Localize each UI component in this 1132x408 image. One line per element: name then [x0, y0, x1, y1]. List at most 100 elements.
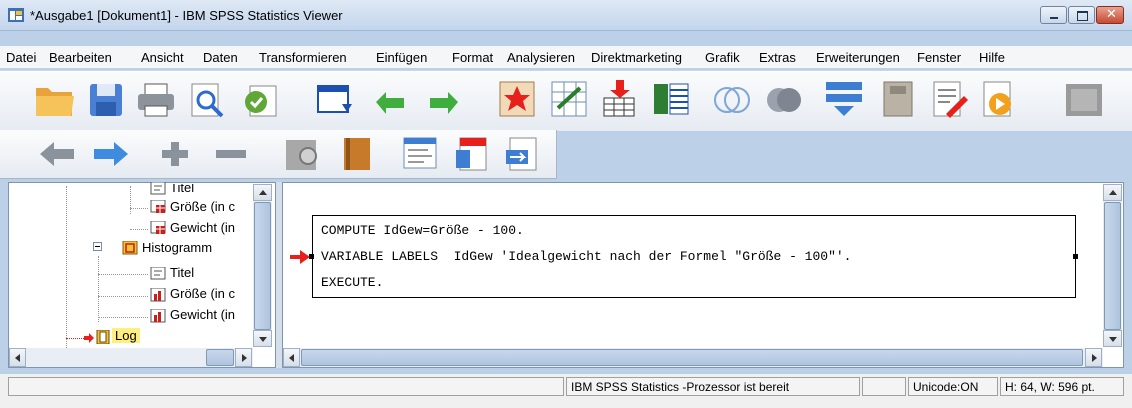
export-icon[interactable]	[242, 82, 282, 118]
outline-pane[interactable]	[8, 182, 276, 368]
chart-node-icon	[122, 241, 138, 255]
scroll-thumb[interactable]	[1104, 202, 1121, 330]
scroll-left-button[interactable]	[9, 348, 26, 367]
circles-icon[interactable]	[764, 82, 804, 118]
tree-item-label[interactable]: Histogramm	[142, 240, 212, 255]
scroll-left-icon	[15, 354, 20, 362]
histogram-node-icon	[150, 309, 166, 323]
select-cases-icon[interactable]	[928, 80, 968, 118]
collapse-icon[interactable]	[214, 148, 248, 160]
menu-direktmarketing[interactable]: Direktmarketing	[591, 50, 682, 65]
tree-item-label[interactable]: Gewicht (in	[170, 307, 235, 322]
log-line: COMPUTE IdGew=Größe - 100.	[321, 223, 524, 238]
scroll-right-button[interactable]	[1085, 348, 1102, 367]
scroll-right-icon	[242, 354, 247, 362]
scroll-thumb[interactable]	[206, 349, 234, 366]
goto-variable-icon[interactable]	[600, 80, 640, 118]
scroll-down-button[interactable]	[1103, 330, 1122, 347]
scroll-left-button[interactable]	[283, 348, 300, 367]
show-value-labels-icon[interactable]	[978, 80, 1018, 118]
redo-icon[interactable]	[422, 88, 462, 114]
menu-erweiterungen[interactable]: Erweiterungen	[816, 50, 900, 65]
current-item-arrow-icon	[84, 333, 94, 343]
insert-title-icon[interactable]	[452, 136, 492, 172]
scroll-thumb[interactable]	[301, 349, 1083, 366]
open-folder-icon[interactable]	[34, 82, 76, 118]
insert-text-icon[interactable]	[502, 136, 542, 172]
menu-extras[interactable]: Extras	[759, 50, 796, 65]
recall-dialog-icon[interactable]	[316, 82, 356, 118]
tree-line	[98, 317, 148, 318]
resize-handle[interactable]	[1073, 254, 1078, 259]
minimize-icon	[1050, 17, 1058, 19]
print-preview-icon[interactable]	[188, 82, 228, 118]
expand-icon[interactable]	[160, 140, 190, 168]
designated-window-icon[interactable]	[1064, 82, 1104, 118]
collapse-toggle[interactable]	[93, 242, 102, 251]
log-node-icon	[96, 330, 110, 344]
tree-item-label[interactable]: Titel	[170, 265, 194, 280]
menu-fenster[interactable]: Fenster	[917, 50, 961, 65]
menu-hilfe[interactable]: Hilfe	[979, 50, 1005, 65]
scroll-left-icon	[289, 354, 294, 362]
window-title: *Ausgabe1 [Dokument1] - IBM SPSS Statist…	[30, 8, 343, 23]
scroll-right-icon	[1092, 354, 1097, 362]
size-status: H: 64, W: 596 pt.	[1000, 377, 1124, 396]
tree-line	[130, 208, 148, 209]
tree-item-label[interactable]: Größe (in c	[170, 199, 235, 214]
processor-status: IBM SPSS Statistics -Prozessor ist berei…	[566, 377, 860, 396]
maximize-icon	[1077, 11, 1088, 21]
save-icon[interactable]	[88, 82, 124, 118]
scroll-down-icon	[1109, 337, 1117, 342]
variables-icon[interactable]	[652, 80, 692, 118]
scroll-thumb[interactable]	[254, 202, 271, 330]
hide-icon[interactable]	[338, 136, 378, 172]
log-box[interactable]: COMPUTE IdGew=Größe - 100. VARIABLE LABE…	[312, 215, 1076, 298]
weight-cases-icon[interactable]	[878, 80, 918, 118]
goto-case-icon[interactable]	[550, 80, 590, 118]
split-file-icon[interactable]	[824, 80, 864, 118]
scroll-down-button[interactable]	[253, 330, 272, 347]
menu-daten[interactable]: Daten	[203, 50, 238, 65]
minimize-button[interactable]	[1040, 6, 1067, 24]
menu-grafik[interactable]: Grafik	[705, 50, 740, 65]
tree-item-label-selected[interactable]: Log	[112, 328, 140, 343]
unicode-status: Unicode:ON	[908, 377, 998, 396]
print-icon[interactable]	[136, 82, 176, 118]
back-arrow-icon[interactable]	[38, 140, 76, 168]
table-node-icon	[150, 221, 166, 234]
scroll-right-button[interactable]	[235, 348, 252, 367]
minus-icon	[95, 246, 100, 247]
scroll-up-button[interactable]	[1103, 184, 1122, 201]
tree-line	[130, 229, 148, 230]
histogram-node-icon	[150, 288, 166, 302]
menu-ansicht[interactable]: Ansicht	[141, 50, 184, 65]
maximize-button[interactable]	[1068, 6, 1095, 24]
undo-icon[interactable]	[372, 88, 412, 114]
menu-einfuegen[interactable]: Einfügen	[376, 50, 427, 65]
tree-item-label[interactable]: Gewicht (in	[170, 220, 235, 235]
tree-line	[98, 274, 148, 275]
forward-arrow-icon[interactable]	[92, 140, 130, 168]
close-icon: ✕	[1106, 7, 1117, 22]
show-icon[interactable]	[284, 136, 324, 172]
status-message	[8, 377, 564, 396]
scroll-up-button[interactable]	[253, 184, 272, 201]
title-node-icon	[150, 182, 166, 195]
menu-datei[interactable]: Datei	[6, 50, 36, 65]
menu-format[interactable]: Format	[452, 50, 493, 65]
spss-app-icon[interactable]	[8, 8, 24, 22]
insert-heading-icon[interactable]	[400, 136, 440, 172]
menu-bearbeiten[interactable]: Bearbeiten	[49, 50, 112, 65]
tree-line	[130, 186, 131, 214]
goto-data-icon[interactable]	[498, 80, 538, 118]
venn-icon[interactable]	[712, 82, 752, 118]
tree-line	[98, 296, 148, 297]
tree-item-label[interactable]: Größe (in c	[170, 286, 235, 301]
tree-line	[98, 256, 99, 322]
close-button[interactable]: ✕	[1096, 6, 1124, 24]
menu-analysieren[interactable]: Analysieren	[507, 50, 575, 65]
status-empty	[862, 377, 906, 396]
scroll-up-icon	[1109, 190, 1117, 195]
menu-transformieren[interactable]: Transformieren	[259, 50, 347, 65]
